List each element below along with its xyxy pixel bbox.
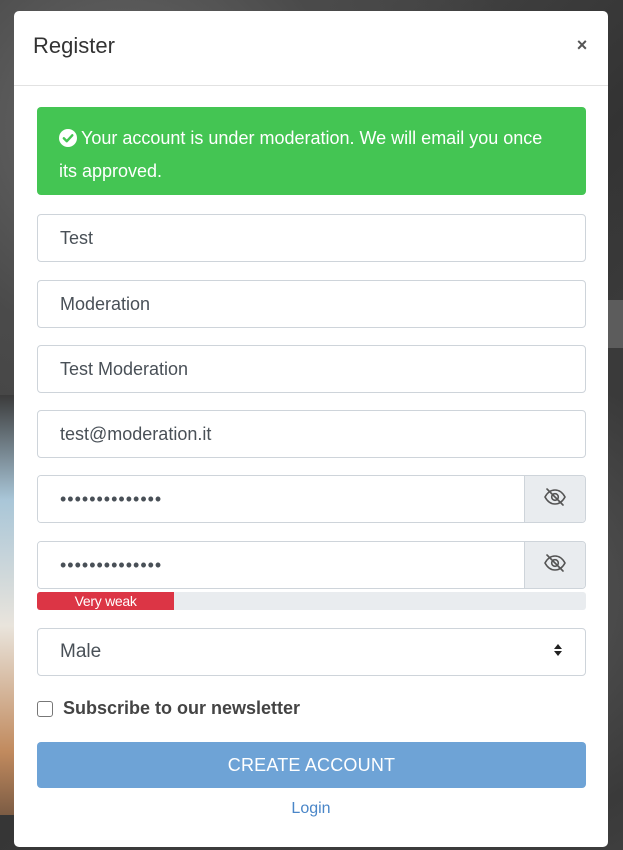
modal-header: Register × bbox=[14, 11, 608, 86]
newsletter-row[interactable]: Subscribe to our newsletter bbox=[37, 698, 300, 719]
moderation-alert: Your account is under moderation. We wil… bbox=[37, 107, 586, 195]
gender-select[interactable]: Male bbox=[37, 628, 586, 676]
register-modal: Register × Your account is under moderat… bbox=[14, 11, 608, 847]
background-content-left bbox=[0, 395, 14, 815]
confirm-password-input[interactable] bbox=[38, 542, 524, 588]
sort-arrows-icon bbox=[553, 641, 563, 663]
confirm-password-group bbox=[37, 541, 586, 589]
email-field[interactable] bbox=[37, 410, 586, 458]
create-account-button[interactable]: CREATE ACCOUNT bbox=[37, 742, 586, 788]
newsletter-checkbox[interactable] bbox=[37, 700, 53, 717]
eye-slash-icon bbox=[543, 553, 567, 578]
password-group bbox=[37, 475, 586, 523]
background-content-right bbox=[608, 300, 623, 348]
display-name-input[interactable] bbox=[38, 346, 585, 392]
close-button[interactable]: × bbox=[574, 35, 590, 55]
modal-title: Register bbox=[33, 33, 115, 58]
alert-message: Your account is under moderation. We wil… bbox=[59, 128, 543, 181]
gender-selected-value: Male bbox=[60, 641, 102, 662]
check-circle-icon bbox=[59, 126, 77, 156]
email-input[interactable] bbox=[38, 411, 585, 457]
eye-slash-icon bbox=[543, 487, 567, 512]
display-name-field[interactable] bbox=[37, 345, 586, 393]
newsletter-label: Subscribe to our newsletter bbox=[63, 698, 301, 718]
confirm-password-visibility-toggle[interactable] bbox=[524, 542, 585, 588]
first-name-field[interactable] bbox=[37, 214, 586, 262]
last-name-input[interactable] bbox=[38, 281, 585, 327]
first-name-input[interactable] bbox=[38, 215, 585, 261]
password-input[interactable] bbox=[38, 476, 524, 522]
password-visibility-toggle[interactable] bbox=[524, 476, 585, 522]
password-strength-bar: Very weak bbox=[37, 592, 175, 610]
password-strength-meter: Very weak bbox=[37, 592, 586, 610]
login-link[interactable]: Login bbox=[14, 800, 608, 818]
last-name-field[interactable] bbox=[37, 280, 586, 328]
